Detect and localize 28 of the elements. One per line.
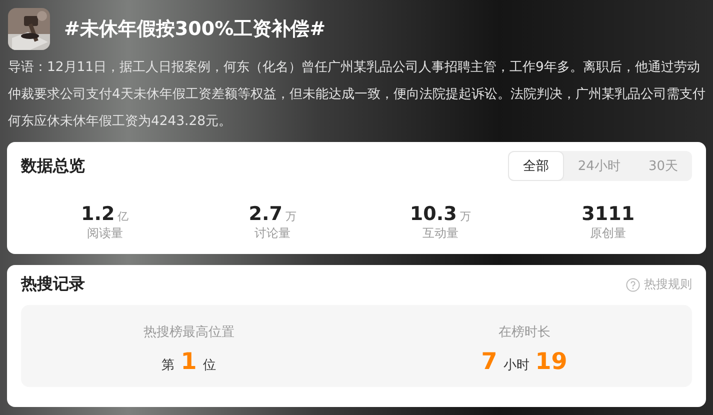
record-unit: 小时 xyxy=(503,357,530,374)
stat-unit: 万 xyxy=(460,209,471,224)
rules-link[interactable]: 热搜规则 xyxy=(644,276,692,293)
range-tab[interactable]: 全部 xyxy=(508,151,564,181)
record-label: 热搜榜最高位置 xyxy=(143,324,234,341)
record-number: 1 xyxy=(180,349,197,375)
stat-unit: 亿 xyxy=(118,209,129,224)
stat-label: 讨论量 xyxy=(254,225,291,242)
stat-unit: 万 xyxy=(285,209,296,224)
range-tab[interactable]: 24小时 xyxy=(564,151,634,181)
stat-value: 10.3 xyxy=(410,203,457,225)
record-unit: 位 xyxy=(202,357,216,374)
record-number: 7 xyxy=(481,349,498,375)
record-label: 在榜时长 xyxy=(498,324,550,341)
topic-title: #未休年假按300%工资补偿# xyxy=(64,17,326,42)
range-tab[interactable]: 30天 xyxy=(634,151,692,181)
section-title: 数据总览 xyxy=(21,156,85,176)
stat-value: 2.7 xyxy=(248,203,282,225)
section-title: 热搜记录 xyxy=(21,274,85,295)
stat-value: 1.2 xyxy=(81,203,115,225)
intro-text: 导语：12月11日，据工人日报案例，何东（化名）曾任广州某乳品公司人事招聘主管，工作9年多。离职后，他通过劳动仲裁要求公司支付4天未休年假工资差额等权益，但未能达成一致，便向法院提起诉讼。法院判决，广州某乳品公司需支付何东应休未休年假工资为4243.28元。 xyxy=(8,59,706,131)
stat-label: 阅读量 xyxy=(86,225,123,242)
stat-label: 互动量 xyxy=(422,225,458,242)
stat-value: 3111 xyxy=(582,203,635,225)
help-icon xyxy=(626,278,640,292)
record-number: 19 xyxy=(535,349,568,375)
stat-label: 原创量 xyxy=(590,225,626,242)
record-unit: 第 xyxy=(162,357,175,374)
